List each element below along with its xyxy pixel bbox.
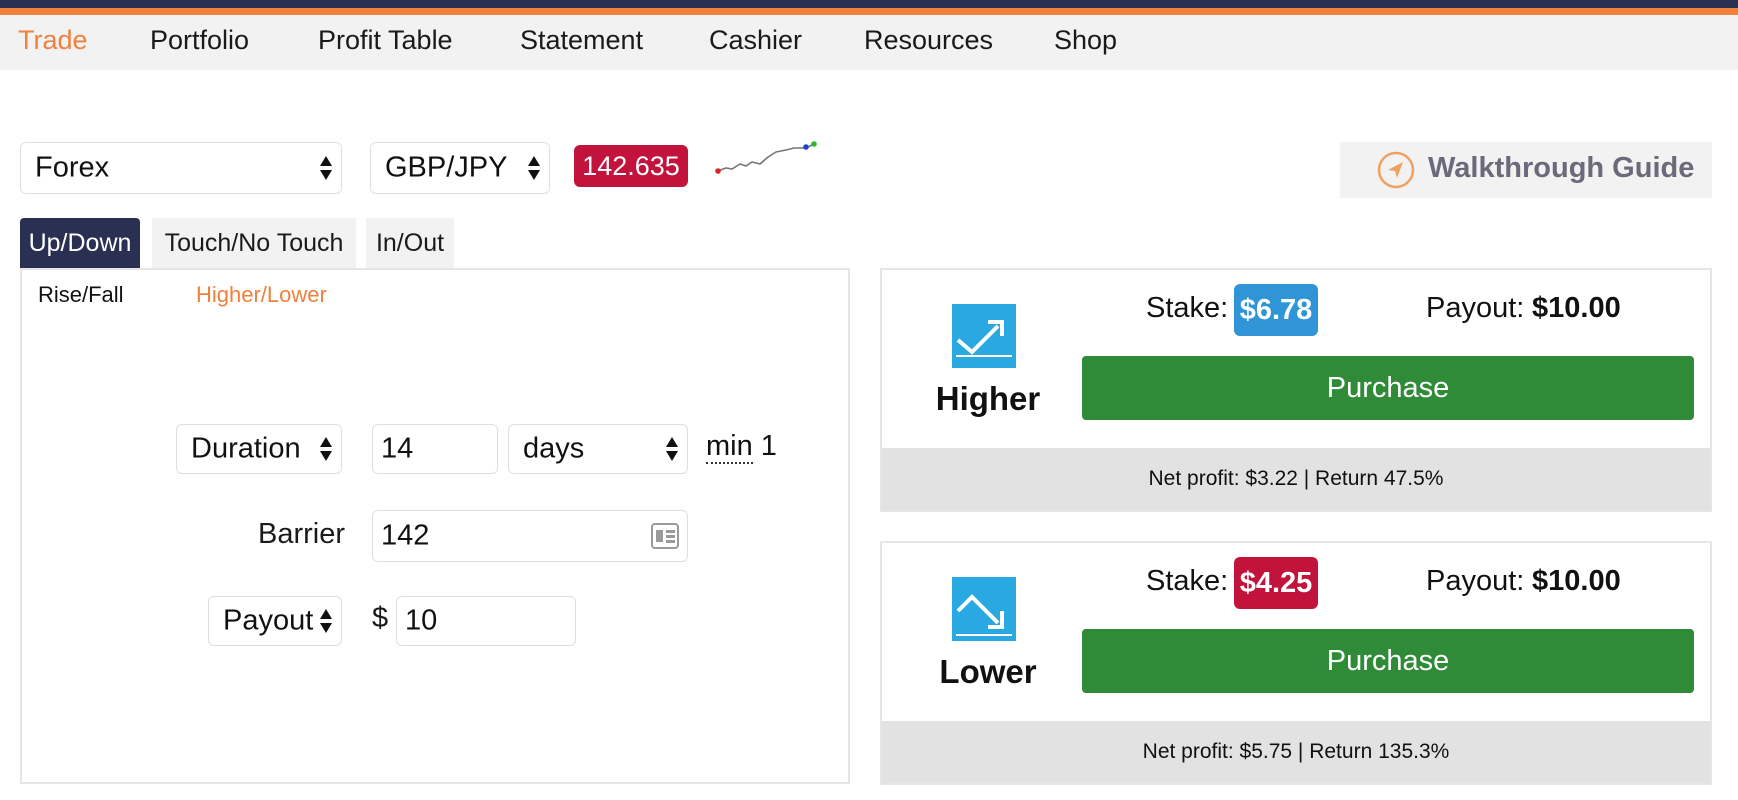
top-brand-band	[0, 0, 1738, 8]
symbol-select[interactable]: GBP/JPY	[370, 142, 550, 194]
subtab-rise-fall[interactable]: Rise/Fall	[38, 282, 124, 308]
barrier-value: 142	[381, 519, 430, 552]
purchase-higher-button[interactable]: Purchase	[1082, 356, 1694, 420]
menu-cashier[interactable]: Cashier	[709, 25, 802, 56]
net-profit-footer: Net profit: $5.75 | Return 135.3%	[882, 721, 1710, 783]
contract-card-higher: Higher Stake: $6.78 Payout: $10.00 Purch…	[880, 268, 1712, 512]
sparkline-start-dot	[715, 168, 721, 174]
market-category-select[interactable]: Forex	[20, 142, 342, 194]
stake-label: Stake:	[1146, 565, 1229, 597]
walkthrough-guide-label: Walkthrough Guide	[1428, 152, 1695, 184]
barrier-label: Barrier	[258, 518, 346, 550]
sparkline-marker-dot	[803, 144, 809, 150]
market-category-value: Forex	[35, 151, 110, 184]
trend-up-icon	[952, 304, 1016, 368]
currency-symbol: $	[372, 602, 389, 634]
select-arrows-icon	[320, 156, 332, 180]
payout-value: $10.00	[1532, 292, 1621, 324]
barrier-input[interactable]: 142	[372, 510, 688, 562]
select-arrows-icon	[320, 609, 332, 633]
payout-amount-value: 10	[405, 604, 438, 637]
main-menu: Trade Portfolio Profit Table Statement C…	[0, 15, 1738, 70]
menu-profit-table[interactable]: Profit Table	[318, 25, 453, 56]
payout-amount-input[interactable]: 10	[396, 596, 576, 646]
payout-value: $10.00	[1532, 565, 1621, 597]
stake-value-badge: $4.25	[1234, 557, 1318, 609]
tab-touch-no-touch[interactable]: Touch/No Touch	[152, 218, 356, 268]
symbol-value: GBP/JPY	[385, 151, 508, 184]
contract-card-lower: Lower Stake: $4.25 Payout: $10.00 Purcha…	[880, 541, 1712, 785]
top-accent-stripe	[0, 8, 1738, 15]
spot-price-badge: 142.635	[574, 145, 688, 187]
duration-type-value: Duration	[191, 432, 301, 465]
stake-label: Stake:	[1146, 292, 1229, 324]
select-arrows-icon	[528, 156, 540, 180]
stake-value-badge: $6.78	[1234, 284, 1318, 336]
menu-portfolio[interactable]: Portfolio	[150, 25, 249, 56]
net-profit-footer: Net profit: $3.22 | Return 47.5%	[882, 448, 1710, 510]
tab-up-down[interactable]: Up/Down	[20, 218, 140, 268]
subtab-higher-lower[interactable]: Higher/Lower	[196, 282, 327, 308]
menu-resources[interactable]: Resources	[864, 25, 993, 56]
walkthrough-guide-button[interactable]: Walkthrough Guide	[1340, 142, 1712, 198]
menu-shop[interactable]: Shop	[1054, 25, 1117, 56]
tab-in-out[interactable]: In/Out	[366, 218, 454, 268]
trend-down-icon	[952, 577, 1016, 641]
duration-unit-value: days	[523, 432, 585, 465]
select-arrows-icon	[320, 437, 332, 461]
select-arrows-icon	[666, 437, 678, 461]
contract-name: Higher	[935, 380, 1041, 417]
min-word: min	[706, 430, 753, 464]
payout-type-value: Payout	[223, 604, 314, 637]
menu-trade[interactable]: Trade	[18, 25, 88, 56]
duration-amount-input[interactable]: 14	[372, 424, 498, 474]
keypad-icon[interactable]	[651, 523, 679, 549]
contract-name: Lower	[939, 653, 1037, 690]
menu-statement[interactable]: Statement	[520, 25, 643, 56]
purchase-lower-button[interactable]: Purchase	[1082, 629, 1694, 693]
price-sparkline	[715, 141, 817, 174]
payout-label: Payout:	[1426, 292, 1525, 324]
duration-minimum: min 1	[706, 430, 777, 464]
compass-icon	[1377, 151, 1415, 189]
duration-type-select[interactable]: Duration	[176, 424, 342, 474]
min-value: 1	[760, 430, 777, 462]
payout-label: Payout:	[1426, 565, 1525, 597]
duration-amount-value: 14	[381, 432, 414, 465]
payout-type-select[interactable]: Payout	[208, 596, 342, 646]
duration-unit-select[interactable]: days	[508, 424, 688, 474]
sparkline-end-dot	[811, 141, 817, 147]
